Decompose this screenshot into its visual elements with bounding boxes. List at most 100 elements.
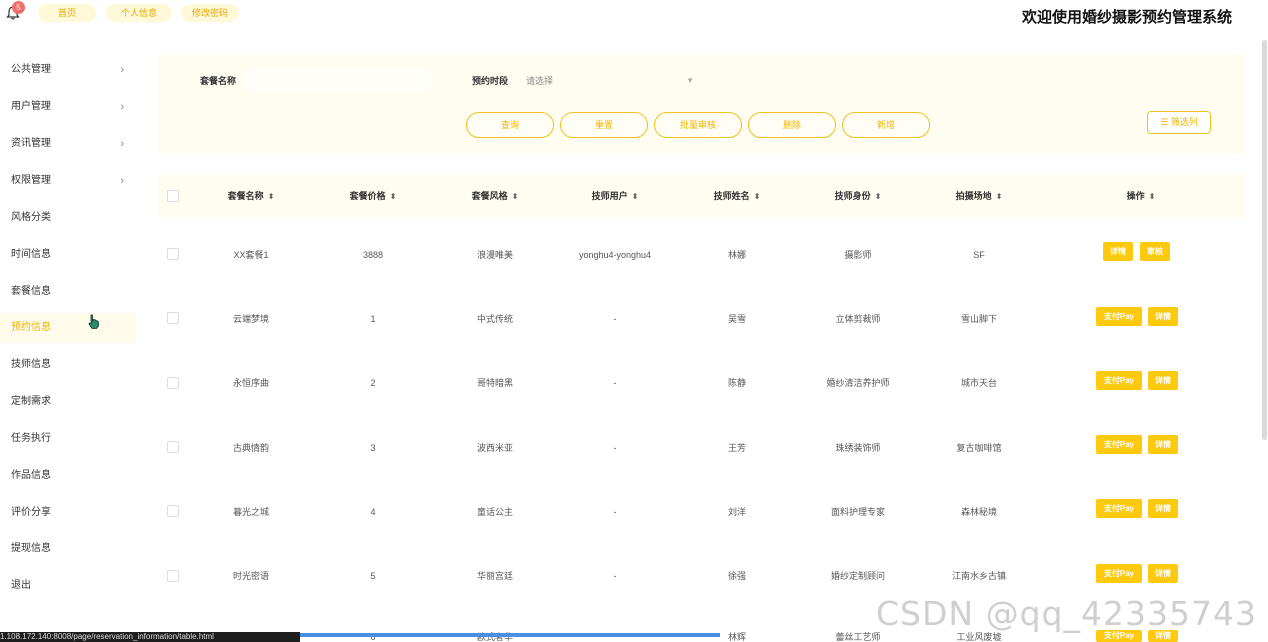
sidebar-item-package-info[interactable]: 套餐信息 xyxy=(0,277,136,307)
cell-tech-user: - xyxy=(613,571,617,581)
sidebar-item-news-management[interactable]: 资讯管理 › xyxy=(0,129,136,159)
cell-package-price: 5 xyxy=(370,571,376,581)
cell-tech-role: 蕾丝工艺师 xyxy=(835,632,881,642)
chevron-right-icon: › xyxy=(120,101,124,113)
detail-button[interactable]: 详情 xyxy=(1148,307,1178,326)
nav-change-password[interactable]: 修改密码 xyxy=(181,4,239,22)
cell-tech-user: - xyxy=(613,507,617,517)
notification-badge: 5 xyxy=(12,1,25,14)
sidebar-item-technician-info[interactable]: 技师信息 xyxy=(0,350,136,380)
sidebar-item-withdraw-info[interactable]: 提现信息 xyxy=(0,534,136,564)
cell-venue: 工业风废墟 xyxy=(956,632,1002,642)
cell-tech-role: 立体剪裁师 xyxy=(835,314,881,324)
detail-button[interactable]: 详情 xyxy=(1148,564,1178,583)
batch-review-button[interactable]: 批量审核 xyxy=(654,112,742,138)
column-header-venue[interactable]: 拍摄场地 ⬍ xyxy=(924,174,1034,218)
column-header-tech-name[interactable]: 技师姓名 ⬍ xyxy=(682,174,792,218)
cell-package-style: 波西米亚 xyxy=(476,443,513,453)
sidebar-item-custom-request[interactable]: 定制需求 xyxy=(0,387,136,417)
sidebar-item-label: 权限管理 xyxy=(11,175,51,186)
detail-button[interactable]: 详情 xyxy=(1148,371,1178,390)
sidebar-item-review-share[interactable]: 评价分享 xyxy=(0,498,136,528)
delete-button[interactable]: 删除 xyxy=(748,112,836,138)
sidebar-item-logout[interactable]: 退出 xyxy=(0,571,136,601)
reset-button[interactable]: 重置 xyxy=(560,112,648,138)
hand-cursor-icon xyxy=(88,314,99,329)
column-filter-label: 筛选列 xyxy=(1170,117,1198,127)
cell-tech-name: 吴雪 xyxy=(727,314,746,324)
sidebar-item-user-management[interactable]: 用户管理 › xyxy=(0,92,136,122)
sort-icon[interactable]: ⬍ xyxy=(268,192,275,201)
sidebar: 公共管理 › 用户管理 › 资讯管理 › 权限管理 › 风格分类 时间信息 套餐信息 预… xyxy=(0,50,136,610)
pay-button[interactable]: 支付Pay xyxy=(1096,564,1142,583)
sort-icon[interactable]: ⬍ xyxy=(632,192,639,201)
row-checkbox[interactable] xyxy=(167,570,179,582)
watermark: CSDN @qq_42335743 xyxy=(876,594,1257,633)
cell-tech-role: 婚纱清洁养护师 xyxy=(826,378,890,388)
query-button[interactable]: 查询 xyxy=(466,112,554,138)
sort-icon[interactable]: ⬍ xyxy=(390,192,397,201)
row-checkbox[interactable] xyxy=(167,377,179,389)
pay-button[interactable]: 支付Pay xyxy=(1096,435,1142,454)
cell-package-name: 云端梦境 xyxy=(232,314,269,324)
row-checkbox[interactable] xyxy=(167,441,179,453)
detail-button[interactable]: 详情 xyxy=(1148,499,1178,518)
row-checkbox[interactable] xyxy=(167,505,179,517)
sidebar-item-public-management[interactable]: 公共管理 › xyxy=(0,55,136,85)
detail-button[interactable]: 详情 xyxy=(1148,435,1178,454)
sidebar-item-task-execution[interactable]: 任务执行 xyxy=(0,424,136,454)
chevron-right-icon: › xyxy=(120,175,124,187)
reservation-time-label: 预约时段 xyxy=(472,76,509,86)
cell-tech-user: - xyxy=(613,378,617,388)
sidebar-item-permission-management[interactable]: 权限管理 › xyxy=(0,166,136,196)
column-header-label: 套餐名称 xyxy=(227,191,264,201)
nav-home[interactable]: 首页 xyxy=(38,4,96,22)
reservation-time-select[interactable]: 请选择 ▼ xyxy=(518,70,700,92)
sidebar-item-style-category[interactable]: 风格分类 xyxy=(0,203,136,233)
sort-icon[interactable]: ⬍ xyxy=(512,192,519,201)
column-header-package-style[interactable]: 套餐风格 ⬍ xyxy=(440,174,550,218)
review-button[interactable]: 审核 xyxy=(1140,242,1170,261)
cell-package-name: 古典情韵 xyxy=(232,443,269,453)
sidebar-item-reservation-info[interactable]: 预约信息 xyxy=(0,313,136,343)
cell-tech-user: - xyxy=(613,443,617,453)
vertical-scrollbar[interactable] xyxy=(1262,40,1267,440)
sidebar-item-label: 资讯管理 xyxy=(11,138,51,149)
cell-package-price: 3888 xyxy=(362,250,384,260)
column-header-package-price[interactable]: 套餐价格 ⬍ xyxy=(318,174,428,218)
sort-icon[interactable]: ⬍ xyxy=(875,192,882,201)
cell-tech-role: 面料护理专家 xyxy=(830,507,885,517)
top-bar: 5 首页 个人信息 修改密码 欢迎使用婚纱摄影预约管理系统 xyxy=(0,0,1268,34)
cell-venue: 雪山脚下 xyxy=(960,314,997,324)
chevron-right-icon: › xyxy=(120,138,124,150)
cell-package-style: 中式传统 xyxy=(476,314,513,324)
column-header-label: 操作 xyxy=(1126,191,1145,201)
package-name-input[interactable] xyxy=(242,68,432,92)
system-title: 欢迎使用婚纱摄影预约管理系统 xyxy=(1021,9,1232,26)
column-header-tech-role[interactable]: 技师身份 ⬍ xyxy=(803,174,913,218)
nav-profile[interactable]: 个人信息 xyxy=(106,4,172,22)
cell-tech-name: 林娜 xyxy=(727,250,746,260)
sort-icon[interactable]: ⬍ xyxy=(1149,192,1156,201)
cell-package-name: 时光密语 xyxy=(232,571,269,581)
cell-package-style: 华丽宫廷 xyxy=(476,571,513,581)
loading-bar xyxy=(300,633,720,637)
row-checkbox[interactable] xyxy=(167,312,179,324)
column-filter-button[interactable]: ☰ 筛选列 xyxy=(1147,111,1211,134)
add-button[interactable]: 新增 xyxy=(842,112,930,138)
row-checkbox[interactable] xyxy=(167,248,179,260)
pay-button[interactable]: 支付Pay xyxy=(1096,499,1142,518)
chevron-right-icon: › xyxy=(120,64,124,76)
pay-button[interactable]: 支付Pay xyxy=(1096,307,1142,326)
caret-down-icon: ▼ xyxy=(686,76,694,85)
sort-icon[interactable]: ⬍ xyxy=(996,192,1003,201)
column-header-tech-user[interactable]: 技师用户 ⬍ xyxy=(560,174,670,218)
pay-button[interactable]: 支付Pay xyxy=(1096,371,1142,390)
sidebar-item-time-info[interactable]: 时间信息 xyxy=(0,240,136,270)
select-all-checkbox[interactable] xyxy=(167,190,179,202)
select-placeholder: 请选择 xyxy=(526,76,554,86)
sort-icon[interactable]: ⬍ xyxy=(754,192,761,201)
sidebar-item-works-info[interactable]: 作品信息 xyxy=(0,461,136,491)
column-header-package-name[interactable]: 套餐名称 ⬍ xyxy=(196,174,306,218)
detail-button[interactable]: 详情 xyxy=(1103,242,1133,261)
